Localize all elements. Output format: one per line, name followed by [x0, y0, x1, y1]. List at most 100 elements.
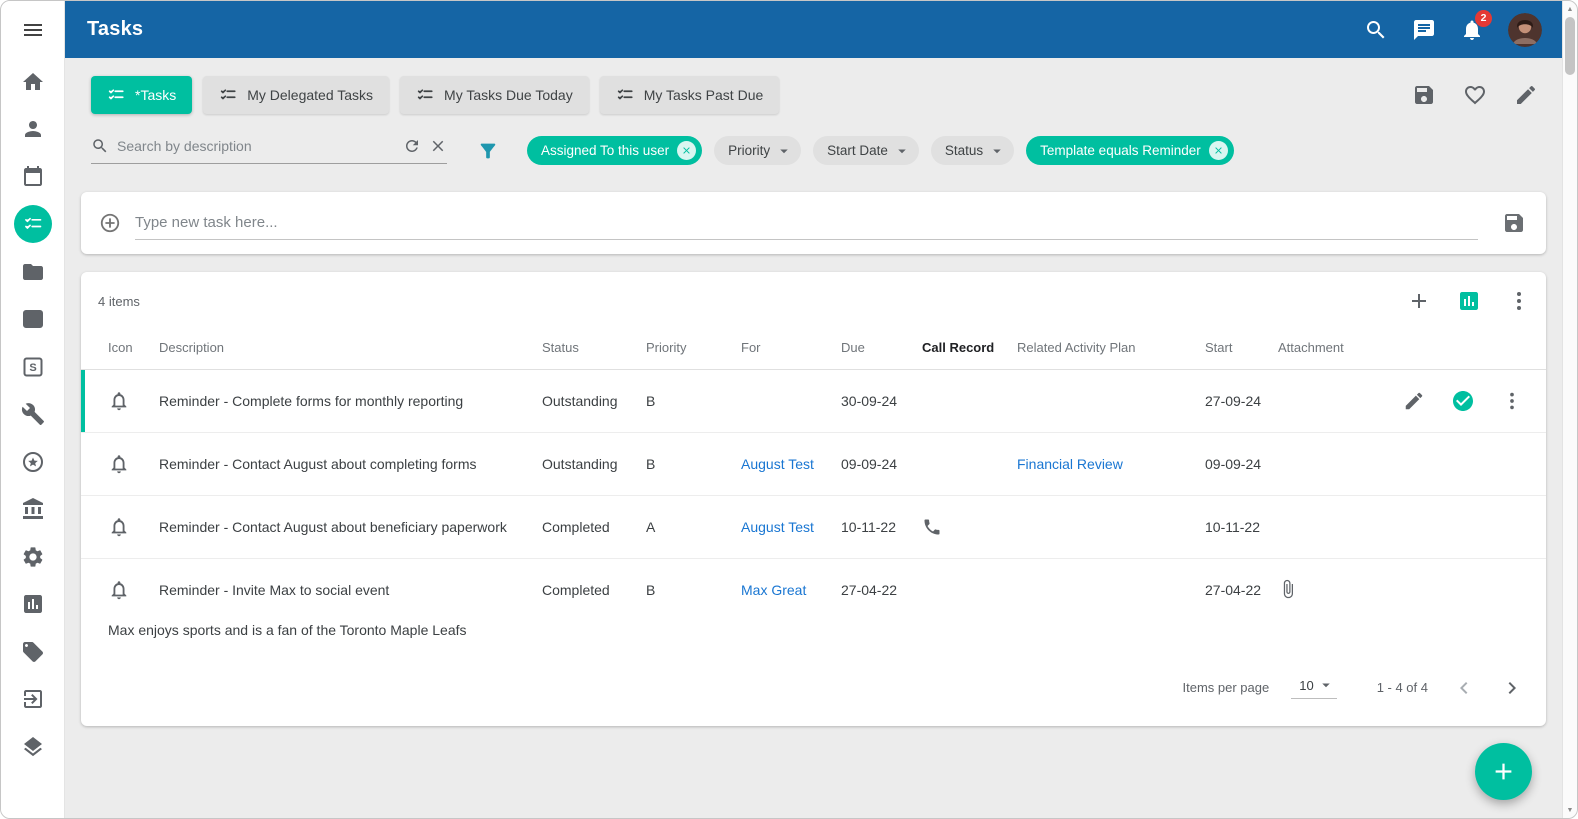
tab-my-tasks-due-today[interactable]: My Tasks Due Today [400, 76, 589, 114]
task-status: Outstanding [542, 370, 646, 433]
chip-remove-icon[interactable] [677, 141, 696, 160]
s-square-icon: S [21, 355, 45, 379]
reminder-bell-icon [108, 579, 151, 601]
add-fab-button[interactable] [1475, 743, 1532, 800]
related-activity-plan-link[interactable]: Financial Review [1017, 456, 1123, 472]
tab-my-delegated-tasks[interactable]: My Delegated Tasks [203, 76, 389, 114]
for-link[interactable]: August Test [741, 456, 814, 472]
chart-view-button[interactable] [1457, 289, 1481, 313]
next-page-button[interactable] [1500, 676, 1524, 700]
row-menu-button[interactable] [1501, 390, 1523, 412]
chip-start-date[interactable]: Start Date [813, 136, 919, 165]
scroll-down-arrow[interactable]: ▼ [1563, 803, 1577, 817]
column-header-actions [1391, 330, 1546, 370]
chip-status[interactable]: Status [931, 136, 1014, 165]
sidebar-item-reports[interactable] [1, 581, 64, 629]
for-link[interactable]: Max Great [741, 582, 806, 598]
pencil-icon [1514, 83, 1538, 107]
sidebar-item-calendar[interactable] [1, 153, 64, 201]
column-header-start[interactable]: Start [1205, 330, 1278, 370]
bank-icon [21, 497, 45, 521]
chip-priority[interactable]: Priority [714, 136, 801, 165]
task-status: Outstanding [542, 433, 646, 496]
refresh-button[interactable] [403, 137, 421, 155]
search-button[interactable] [1364, 18, 1388, 42]
chip-remove-icon[interactable] [1209, 141, 1228, 160]
chat-button[interactable] [1412, 18, 1436, 42]
edit-task-button[interactable] [1403, 390, 1425, 412]
task-start: 27-04-22 [1205, 559, 1278, 622]
table-row[interactable]: Reminder - Complete forms for monthly re… [81, 370, 1546, 433]
column-header-for[interactable]: For [741, 330, 841, 370]
sidebar-item-layers[interactable] [1, 723, 64, 771]
kebab-icon [1507, 289, 1531, 313]
column-header-priority[interactable]: Priority [646, 330, 741, 370]
column-header-attachment[interactable]: Attachment [1278, 330, 1391, 370]
for-link[interactable]: August Test [741, 519, 814, 535]
clear-search-button[interactable] [429, 137, 447, 155]
new-task-input[interactable] [135, 214, 1478, 231]
column-header-related-activity-plan[interactable]: Related Activity Plan [1017, 330, 1205, 370]
complete-task-button[interactable] [1451, 389, 1475, 413]
chevron-down-icon [775, 142, 793, 160]
column-header-description[interactable]: Description [159, 330, 542, 370]
column-header-status[interactable]: Status [542, 330, 646, 370]
checklist-icon [23, 214, 43, 234]
chevron-down-icon [988, 142, 1006, 160]
favorite-view-button[interactable] [1463, 83, 1487, 107]
heart-icon [1463, 83, 1487, 107]
search-input[interactable] [117, 138, 395, 154]
sidebar-item-tags[interactable] [1, 628, 64, 676]
chip-template-equals-reminder[interactable]: Template equals Reminder [1026, 136, 1234, 165]
table-row[interactable]: Reminder - Contact August about benefici… [81, 496, 1546, 559]
filter-button[interactable] [477, 140, 499, 162]
column-header-icon[interactable]: Icon [81, 330, 159, 370]
task-due: 10-11-22 [841, 496, 922, 559]
sidebar-item-features[interactable] [1, 438, 64, 486]
edit-view-button[interactable] [1514, 83, 1538, 107]
page-size-select[interactable]: 10 [1291, 676, 1336, 699]
column-header-call-record[interactable]: Call Record [922, 330, 1017, 370]
tab-my-tasks-past-due[interactable]: My Tasks Past Due [600, 76, 780, 114]
add-circle-icon[interactable] [99, 212, 121, 234]
paginator: Items per page 10 1 - 4 of 4 [81, 664, 1546, 724]
sidebar-item-contacts[interactable] [1, 296, 64, 344]
column-header-due[interactable]: Due [841, 330, 922, 370]
chip-assigned-to-this-user[interactable]: Assigned To this user [527, 136, 702, 165]
paperclip-icon[interactable] [1278, 579, 1298, 599]
sidebar-item-person[interactable] [1, 106, 64, 154]
avatar[interactable] [1508, 13, 1542, 47]
scrollbar-thumb[interactable] [1565, 17, 1575, 75]
task-status: Completed [542, 496, 646, 559]
phone-icon[interactable] [922, 517, 1009, 537]
menu-button[interactable] [1, 1, 64, 58]
notifications-button[interactable]: 2 [1460, 18, 1484, 42]
table-row[interactable]: Reminder - Contact August about completi… [81, 433, 1546, 496]
save-task-button[interactable] [1502, 211, 1526, 235]
page-title: Tasks [87, 18, 143, 41]
tab-tasks[interactable]: *Tasks [91, 76, 192, 114]
sidebar-item-exit[interactable] [1, 676, 64, 724]
scroll-up-arrow[interactable]: ▲ [1563, 2, 1577, 16]
add-task-button[interactable] [1407, 289, 1431, 313]
sidebar-item-folder[interactable] [1, 248, 64, 296]
active-item-circle [14, 205, 52, 243]
checklist-icon [219, 86, 237, 104]
task-due: 09-09-24 [841, 433, 922, 496]
table-menu-button[interactable] [1507, 289, 1531, 313]
sidebar-item-s-module[interactable]: S [1, 343, 64, 391]
tasks-table-card: 4 items [81, 272, 1546, 726]
previous-page-button[interactable] [1452, 676, 1476, 700]
save-view-button[interactable] [1412, 83, 1436, 107]
table-row[interactable]: Reminder - Invite Max to social event Co… [81, 559, 1546, 622]
sidebar-item-settings[interactable] [1, 533, 64, 581]
plus-icon [1490, 758, 1517, 785]
hamburger-icon [21, 18, 45, 42]
reminder-bell-icon [108, 453, 151, 475]
sidebar-item-institutions[interactable] [1, 486, 64, 534]
search-icon [91, 137, 109, 155]
page-size-value: 10 [1299, 678, 1313, 693]
sidebar-item-tasks[interactable] [1, 201, 64, 249]
sidebar-item-home[interactable] [1, 58, 64, 106]
sidebar-item-tools[interactable] [1, 391, 64, 439]
